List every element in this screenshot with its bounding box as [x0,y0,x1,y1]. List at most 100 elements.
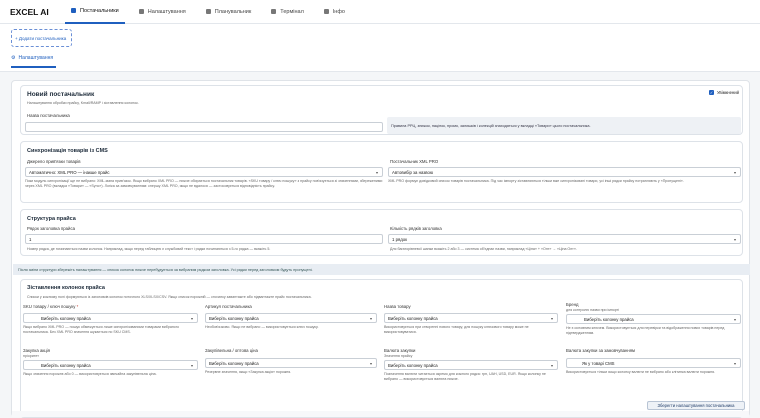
truck-icon [71,8,76,13]
name-label: Назва постачальника [27,113,70,118]
xml-label: Постачальник XML PRO [390,159,439,164]
chevron-down-icon: ▾ [733,316,736,322]
field-sub: для контролю назви при імпорті [566,308,620,312]
supplier-name-field[interactable] [25,122,383,132]
field-sub: Значення прайсу [384,354,413,358]
header-row-input[interactable]: 1 [25,234,383,244]
sku-select[interactable]: Виберіть колонку прайса ▾ [23,313,198,323]
select-value: Виберіть колонку прайса [209,360,259,366]
source-help: Поки модуль синхронізації ще не вибрано:… [25,179,383,188]
supplier-subtitle: Налаштування обробки прайсу, Kmall/RAMP … [27,101,139,105]
field-label: Закупка акція [23,348,50,353]
source-value: Автоматично: XML PRO — інакше прайс [29,169,110,175]
tab-scheduler[interactable]: Планувальник [200,0,258,24]
tab-supplier-settings[interactable]: ⚙ Налаштування [11,55,56,68]
select-value: Як у товарі CMS [582,360,615,366]
currency-select[interactable]: Виберіть колонку прайса ▾ [384,360,558,370]
tab-suppliers[interactable]: Постачальники [65,0,125,24]
field-help: Не є основним ключем. Використовується д… [566,326,725,335]
tab-terminal[interactable]: Термінал [265,0,309,24]
active-label: Увімкнений [717,90,739,95]
field-help: Використовується при створенні нового то… [384,325,529,334]
chevron-down-icon: ▾ [733,236,736,242]
field-help: Позначення валюти читається окремо для к… [384,372,546,381]
field-label: Валюта закупки [384,348,416,353]
field-help: Резервне значення, якщо «Закупка акція» … [205,370,292,374]
source-label: Джерело прив'язки товарів [27,159,81,164]
save-supplier-button[interactable]: Зберегти налаштування постачальника [647,401,745,410]
field-label: SKU товару / ключ пошуку [23,304,76,309]
select-value: Виберіть колонку прайса [388,362,438,368]
supplier-card: Новий постачальник Налаштування обробки … [20,85,743,135]
select-value: Виберіть колонку прайса [41,315,91,321]
promo-price-select[interactable]: Виберіть колонку прайса ▾ [23,360,198,370]
settings-icon [138,9,144,14]
field-label: Закупівельна / оптова ціна [205,348,258,353]
default-currency-select[interactable]: Як у товарі CMS ▾ [566,358,741,368]
tab-label: Постачальники [80,7,119,14]
field-help: Використовується тільки якщо колонку вал… [566,370,716,374]
select-value: Виберіть колонку прайса [584,316,634,322]
chevron-down-icon: ▾ [375,169,378,175]
info-note: Правила РРЦ, знижок, націнок, промо, зал… [387,117,741,134]
header-row-label: Рядок заголовка прайса [27,226,75,231]
field-help: Необов'язково. Якщо не вибрано — викорис… [205,325,319,329]
mapping-title: Зіставлення колонок прайса [27,285,105,291]
top-navigation: EXCEL AI Постачальники Налаштування План… [0,0,760,24]
supplier-toolbar [0,24,760,72]
structure-notice: Після зміни структури збережіть налаштув… [13,264,750,275]
checkmark-icon: ✓ [709,90,714,95]
header-count-select[interactable]: 1 рядок ▾ [388,234,741,244]
mapping-card: Зіставлення колонок прайса Списки у кожн… [20,279,743,418]
article-select[interactable]: Виберіть колонку прайса ▾ [205,313,377,323]
brand-select[interactable]: Виберіть колонку прайса ▾ [566,314,741,324]
header-count-value: 1 рядок [392,236,408,242]
field-label: Артикул постачальника [205,304,252,309]
terminal-icon [271,9,277,14]
xml-value: Автовибір за назвою [392,169,434,175]
info-icon [323,9,329,14]
sync-card: Синхронізація товарів із CMS Джерело при… [20,141,743,203]
wholesale-price-select[interactable]: Виберіть колонку прайса ▾ [205,358,377,368]
source-select[interactable]: Автоматично: XML PRO — інакше прайс ▾ [25,167,383,177]
structure-title: Структура прайса [27,216,76,222]
header-count-help: Для багаторівневої шапки вкажіть 2 або 3… [390,247,577,251]
tab-label: Планувальник [214,8,252,15]
sync-title: Синхронізація товарів із CMS [27,148,108,154]
tab-info[interactable]: Інфо [318,0,351,24]
chevron-down-icon: ▾ [190,362,193,368]
xml-supplier-select[interactable]: Автовибір за назвою ▾ [388,167,741,177]
next-section-preview [12,411,749,417]
field-label: Валюта закупки за замовчуванням [566,348,636,353]
chevron-down-icon: ▾ [369,360,372,366]
calendar-icon [205,9,211,14]
tab-settings[interactable]: Налаштування [133,0,192,24]
chevron-down-icon: ▾ [733,169,736,175]
field-help: Якщо значення порожнє або 0 — використов… [23,372,157,376]
select-value: Виберіть колонку прайса [209,315,259,321]
chevron-down-icon: ▾ [369,315,372,321]
chevron-down-icon: ▾ [550,315,553,321]
supplier-settings-panel: Новий постачальник Налаштування обробки … [11,80,750,418]
chevron-down-icon: ▾ [550,362,553,368]
field-sub: пріоритет [23,354,39,358]
add-supplier-button[interactable]: + Додати постачальника [11,29,72,47]
field-label: Бренд [566,302,579,307]
active-checkbox[interactable]: ✓ Увімкнений [709,90,739,95]
tab-label: Налаштування [147,8,186,15]
mapping-subtitle: Списки у кожному полі формуються із заго… [27,295,312,299]
structure-card: Структура прайса Рядок заголовка прайса … [20,209,743,256]
select-value: Виберіть колонку прайса [41,362,91,368]
field-help: Якщо вибрано XML PRO — пошук обмежується… [23,325,180,334]
name-select[interactable]: Виберіть колонку прайса ▾ [384,313,558,323]
chevron-down-icon: ▾ [733,360,736,366]
gear-icon: ⚙ [11,55,16,61]
chevron-down-icon: ▾ [190,315,193,321]
header-row-help: Номер рядка, де починаються назви колоно… [27,247,271,251]
tab-label: Інфо [332,8,345,15]
select-value: Виберіть колонку прайса [388,315,438,321]
app-logo: EXCEL AI [10,6,49,17]
field-label: Назва товару [384,304,411,309]
supplier-title: Новий постачальник [27,91,95,98]
xml-help: XML PRO формує довідковий список товарів… [388,179,684,183]
